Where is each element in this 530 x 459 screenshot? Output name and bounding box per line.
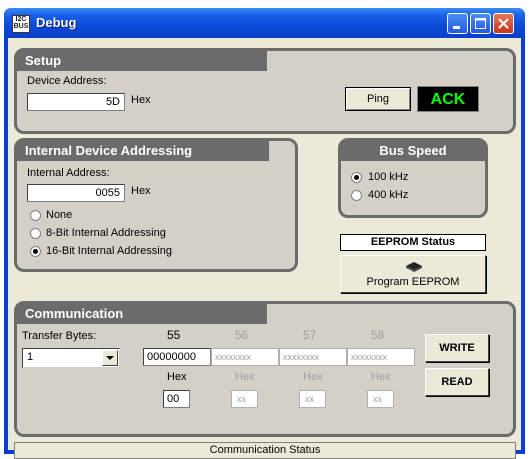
communication-group: Communication Transfer Bytes: 1 55 00000… [14, 301, 516, 437]
device-address-field[interactable]: 5D [27, 93, 125, 111]
maximize-button[interactable] [470, 13, 491, 34]
setup-group-title: Setup [17, 51, 267, 71]
transfer-bytes-label: Transfer Bytes: [22, 330, 97, 342]
close-icon [498, 18, 509, 29]
byte-58-number: 58 [371, 328, 385, 342]
bus-speed-group: Bus Speed 100 kHz 400 kHz [338, 138, 488, 218]
byte-56-number: 56 [235, 328, 249, 342]
program-eeprom-label: Program EEPROM [366, 276, 460, 288]
chip-icon [406, 262, 422, 272]
byte-55-binary[interactable]: 00000000 [143, 348, 211, 366]
eeprom-status-box: EEPROM Status [340, 234, 486, 251]
radio-100khz[interactable] [351, 172, 362, 183]
communication-status-bar: Communication Status [14, 442, 516, 459]
radio-400khz-label[interactable]: 400 kHz [368, 189, 408, 201]
bus-speed-title: Bus Speed [341, 141, 485, 161]
ping-button[interactable]: Ping [345, 87, 411, 111]
debug-window: I2C BUS Debug Setup Device Address: 5D H… [4, 8, 525, 459]
device-address-hex-label: Hex [131, 94, 151, 106]
radio-8bit[interactable] [30, 228, 41, 239]
byte-58-binary: xxxxxxxx [347, 348, 415, 366]
radio-400khz[interactable] [351, 190, 362, 201]
radio-16bit-label[interactable]: 16-Bit Internal Addressing [46, 245, 172, 257]
radio-none-label[interactable]: None [46, 209, 72, 221]
internal-addressing-title: Internal Device Addressing [17, 141, 269, 161]
dropdown-button[interactable] [102, 350, 118, 366]
byte-57-hex: xx [299, 390, 326, 408]
byte-56-hex-label: Hex [235, 371, 255, 383]
internal-addressing-group: Internal Device Addressing Internal Addr… [14, 138, 298, 272]
radio-8bit-label[interactable]: 8-Bit Internal Addressing [46, 227, 166, 239]
internal-address-field[interactable]: 0055 [27, 184, 125, 202]
internal-address-hex-label: Hex [131, 185, 151, 197]
byte-55-hex[interactable]: 00 [163, 390, 190, 408]
ack-indicator: ACK [417, 86, 479, 112]
byte-58-hex: xx [367, 390, 394, 408]
byte-56-binary: xxxxxxxx [211, 348, 279, 366]
maximize-icon [475, 18, 486, 29]
write-button[interactable]: WRITE [425, 334, 489, 362]
byte-55-number: 55 [167, 328, 181, 342]
byte-56-hex: xx [231, 390, 258, 408]
byte-57-number: 57 [303, 328, 317, 342]
communication-title: Communication [17, 304, 267, 324]
read-button[interactable]: READ [425, 368, 489, 396]
chevron-down-icon [106, 356, 114, 360]
byte-57-binary: xxxxxxxx [279, 348, 347, 366]
device-address-label: Device Address: [27, 75, 107, 87]
close-button[interactable] [493, 13, 514, 34]
window-title: Debug [36, 15, 77, 30]
internal-address-label: Internal Address: [27, 167, 110, 179]
transfer-bytes-select[interactable]: 1 [22, 348, 120, 368]
transfer-bytes-value: 1 [27, 351, 34, 363]
minimize-button[interactable] [447, 13, 468, 34]
i2c-bus-icon: I2C BUS [12, 15, 30, 33]
byte-57-hex-label: Hex [303, 371, 323, 383]
setup-group: Setup Device Address: 5D Hex Ping ACK [14, 48, 516, 134]
radio-16bit[interactable] [30, 246, 41, 257]
radio-none[interactable] [30, 210, 41, 221]
byte-58-hex-label: Hex [371, 371, 391, 383]
minimize-icon [453, 26, 460, 29]
title-bar[interactable]: I2C BUS Debug [4, 8, 525, 38]
client-area: Setup Device Address: 5D Hex Ping ACK In… [8, 38, 521, 459]
program-eeprom-button[interactable]: Program EEPROM [340, 255, 486, 293]
radio-100khz-label[interactable]: 100 kHz [368, 171, 408, 183]
byte-55-hex-label: Hex [167, 371, 187, 383]
